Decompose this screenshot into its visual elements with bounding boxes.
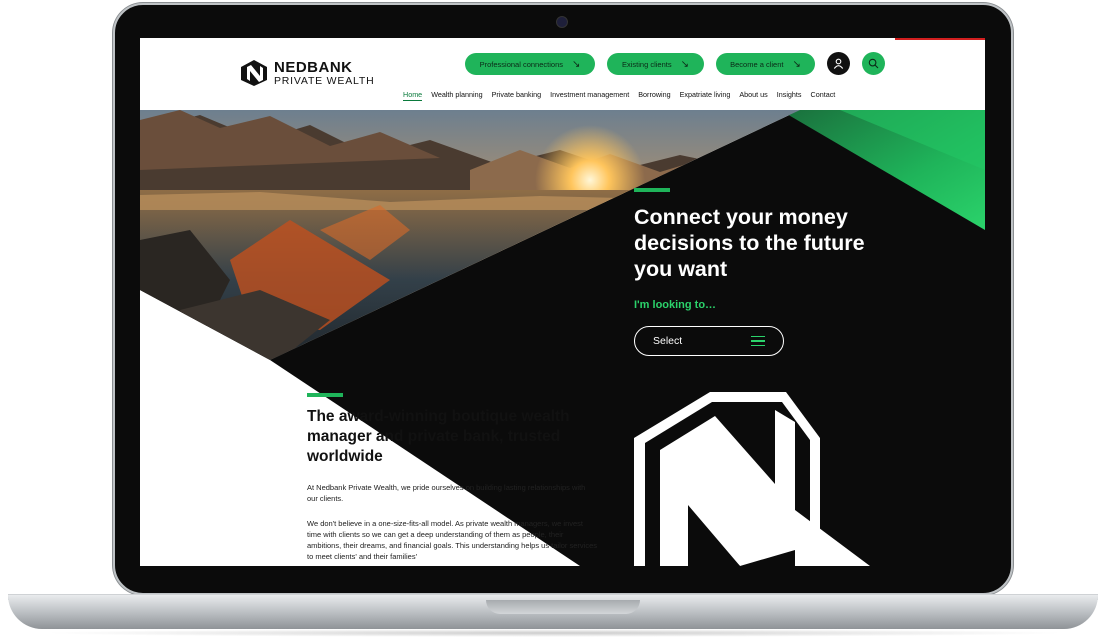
site-logo[interactable]: NEDBANK PRIVATE WEALTH [240,59,374,87]
intent-select-dropdown[interactable]: Select [634,326,784,356]
nav-item-private-banking[interactable]: Private banking [492,90,542,101]
cta-label: Existing clients [622,59,672,69]
logo-subtitle: PRIVATE WEALTH [274,74,375,87]
intro-title: The award-winning boutique wealth manage… [307,408,570,465]
search-button[interactable] [862,52,885,75]
nav-item-contact[interactable]: Contact [811,90,836,101]
menu-lines-icon [751,335,765,347]
nav-item-investment-management[interactable]: Investment management [550,90,629,101]
hero-accent-bar [634,188,670,192]
nav-item-about-us[interactable]: About us [739,90,767,101]
hero-title: Connect your money decisions to the futu… [634,205,865,281]
nav-item-insights[interactable]: Insights [777,90,802,101]
nav-item-home[interactable]: Home [403,90,423,101]
search-icon [868,58,879,69]
browser-screen: NEDBANK PRIVATE WEALTH Professional conn… [140,38,985,566]
intro-paragraph-2: We don't believe in a one-size-fits-all … [307,519,598,561]
main-navigation: Home Wealth planning Private banking Inv… [403,90,844,101]
nav-item-expatriate-living[interactable]: Expatriate living [680,90,731,101]
logo-brand-name: NEDBANK [274,58,353,76]
become-a-client-button[interactable]: Become a client ↘ [716,53,815,75]
intro-paragraph-1: At Nedbank Private Wealth, we pride ours… [307,483,586,503]
cta-label: Become a client [730,59,784,69]
user-account-button[interactable] [827,52,850,75]
header-accent-line [895,38,985,40]
user-icon [833,58,844,69]
nedbank-logo-icon [241,60,267,86]
professional-connections-button[interactable]: Professional connections ↘ [465,53,595,75]
webcam [556,16,568,28]
looking-to-label: I'm looking to… [634,299,717,311]
laptop-notch [486,600,640,614]
arrow-down-right-icon: ↘ [792,58,801,70]
laptop-shadow [40,629,1070,637]
nav-item-wealth-planning[interactable]: Wealth planning [431,90,482,101]
hero-section: Connect your money decisions to the futu… [140,110,985,566]
select-label: Select [653,335,683,347]
cta-label: Professional connections [479,59,563,69]
arrow-down-right-icon: ↘ [680,58,689,70]
existing-clients-button[interactable]: Existing clients ↘ [607,53,704,75]
intro-accent-bar [307,393,343,397]
site-header: NEDBANK PRIVATE WEALTH Professional conn… [140,38,985,110]
arrow-down-right-icon: ↘ [572,58,581,70]
nav-item-borrowing[interactable]: Borrowing [638,90,670,101]
